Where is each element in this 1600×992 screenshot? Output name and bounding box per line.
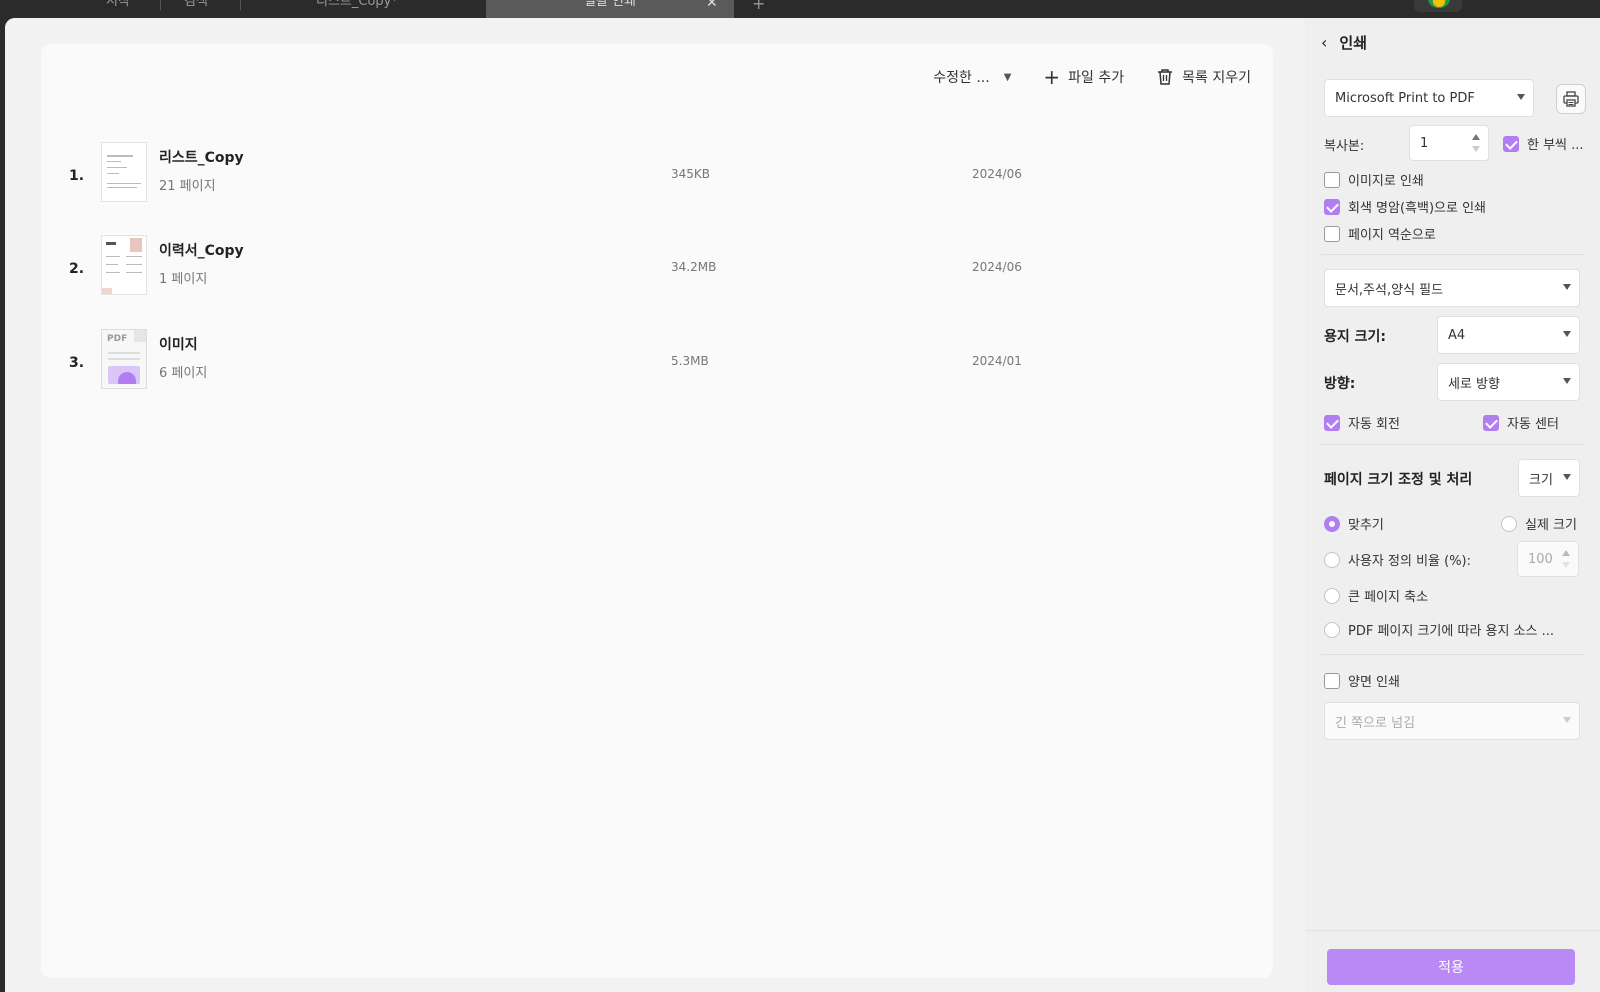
stepper-up-icon[interactable] xyxy=(1472,134,1480,140)
collate-checkbox[interactable]: 한 부씩 ... xyxy=(1503,134,1584,153)
main-area: 수정한 ... ▼ + 파일 추가 목록 지우기 1. 리스트_Copy 21 … xyxy=(5,18,1305,992)
file-name: 이력서_Copy xyxy=(159,243,244,259)
divider xyxy=(1321,444,1585,445)
panel-footer: 적용 xyxy=(1305,930,1600,992)
actual-size-radio[interactable]: 실제 크기 xyxy=(1501,514,1577,533)
tab-batch-print[interactable]: 일괄 인쇄 xyxy=(486,0,734,18)
custom-scale-radio[interactable]: 사용자 정의 비율 (%): xyxy=(1324,550,1471,569)
paper-size-label: 용지 크기: xyxy=(1324,329,1386,345)
apply-button[interactable]: 적용 xyxy=(1327,949,1575,985)
caret-down-icon xyxy=(1563,717,1571,723)
copies-stepper[interactable]: 1 xyxy=(1409,125,1489,161)
sort-label: 수정한 ... xyxy=(933,70,990,86)
tab-search[interactable]: 검색 xyxy=(184,0,224,18)
panel-title: 인쇄 xyxy=(1339,34,1368,52)
new-tab-icon[interactable]: + xyxy=(752,0,765,13)
copies-label: 복사본: xyxy=(1324,139,1365,154)
file-date: 2024/01 xyxy=(972,354,1022,368)
orientation-select[interactable]: 세로 방향 xyxy=(1437,363,1580,401)
file-page-count: 6 페이지 xyxy=(159,366,208,381)
tab-bar: 시작 검색 리스트_Copy* 일괄 인쇄 ✕ + xyxy=(0,0,1600,18)
caret-down-icon xyxy=(1563,284,1571,290)
printer-properties-button[interactable] xyxy=(1556,84,1586,114)
file-name: 이미지 xyxy=(159,337,198,353)
file-date: 2024/06 xyxy=(972,167,1022,181)
row-number: 1. xyxy=(69,168,85,184)
file-date: 2024/06 xyxy=(972,260,1022,274)
file-thumbnail xyxy=(101,235,147,295)
shrink-radio[interactable]: 큰 페이지 축소 xyxy=(1324,586,1428,605)
tab-separator xyxy=(240,0,241,10)
sort-dropdown[interactable]: 수정한 ... ▼ xyxy=(933,67,1011,87)
file-row[interactable]: 1. 리스트_Copy 21 페이지 345KB 2024/06 xyxy=(69,142,1049,212)
caret-down-icon xyxy=(1563,331,1571,337)
caret-down-icon xyxy=(1517,94,1525,100)
scaling-mode-select[interactable]: 크기 xyxy=(1518,459,1580,497)
print-as-image-checkbox[interactable]: 이미지로 인쇄 xyxy=(1324,170,1424,189)
file-thumbnail xyxy=(101,142,147,202)
tab-home[interactable]: 시작 xyxy=(106,0,146,18)
close-tab-icon[interactable]: ✕ xyxy=(706,0,718,11)
panel-header: ‹ 인쇄 xyxy=(1321,32,1367,53)
printer-icon xyxy=(1563,91,1579,107)
add-file-button[interactable]: + 파일 추가 xyxy=(1043,67,1124,87)
paper-size-select[interactable]: A4 xyxy=(1437,316,1580,354)
file-list-card: 수정한 ... ▼ + 파일 추가 목록 지우기 1. 리스트_Copy 21 … xyxy=(41,44,1273,978)
print-content-select[interactable]: 문서,주석,양식 필드 xyxy=(1324,269,1580,307)
divider xyxy=(1321,654,1585,655)
pdf-file-icon: PDF xyxy=(101,329,147,389)
grayscale-checkbox[interactable]: 회색 명암(흑백)으로 인쇄 xyxy=(1324,197,1486,216)
duplex-checkbox[interactable]: 양면 인쇄 xyxy=(1324,671,1400,690)
orientation-label: 방향: xyxy=(1324,376,1356,392)
clear-list-label: 목록 지우기 xyxy=(1182,70,1251,86)
auto-center-checkbox[interactable]: 자동 센터 xyxy=(1483,413,1559,432)
file-page-count: 1 페이지 xyxy=(159,272,208,287)
row-number: 3. xyxy=(69,355,85,371)
file-size: 5.3MB xyxy=(671,354,709,368)
file-size: 345KB xyxy=(671,167,711,181)
stepper-down-icon[interactable] xyxy=(1562,562,1570,568)
stepper-down-icon[interactable] xyxy=(1472,146,1480,152)
add-file-label: 파일 추가 xyxy=(1068,70,1125,86)
trash-icon xyxy=(1158,69,1173,85)
caret-down-icon xyxy=(1563,378,1571,384)
file-row[interactable]: 2. 이력서_Copy 1 페이지 34.2MB 2024/06 xyxy=(69,235,1049,305)
auto-rotate-checkbox[interactable]: 자동 회전 xyxy=(1324,413,1400,432)
paper-source-radio[interactable]: PDF 페이지 크기에 따라 용지 소스 ... xyxy=(1324,620,1554,639)
tab-separator xyxy=(160,0,161,10)
flip-select[interactable]: 긴 쪽으로 넘김 xyxy=(1324,702,1580,740)
fit-radio[interactable]: 맞추기 xyxy=(1324,514,1384,533)
stepper-up-icon[interactable] xyxy=(1562,550,1570,556)
file-name: 리스트_Copy xyxy=(159,150,244,166)
caret-down-icon xyxy=(1563,474,1571,480)
tab-document[interactable]: 리스트_Copy* xyxy=(316,0,436,18)
printer-select[interactable]: Microsoft Print to PDF xyxy=(1324,79,1534,117)
file-row[interactable]: 3. PDF 이미지 6 페이지 5.3MB 2024/01 xyxy=(69,329,1049,399)
row-number: 2. xyxy=(69,261,85,277)
caret-down-icon: ▼ xyxy=(1003,71,1012,83)
custom-scale-input[interactable]: 100 xyxy=(1517,541,1579,577)
file-size: 34.2MB xyxy=(671,260,717,274)
app-window: 수정한 ... ▼ + 파일 추가 목록 지우기 1. 리스트_Copy 21 … xyxy=(5,18,1600,992)
clear-list-button[interactable]: 목록 지우기 xyxy=(1156,67,1251,87)
list-toolbar: 수정한 ... ▼ + 파일 추가 목록 지우기 xyxy=(901,62,1251,92)
reverse-order-checkbox[interactable]: 페이지 역순으로 xyxy=(1324,224,1436,243)
divider xyxy=(1321,254,1585,255)
chevron-left-icon[interactable]: ‹ xyxy=(1321,33,1327,52)
file-page-count: 21 페이지 xyxy=(159,179,216,194)
plus-icon: + xyxy=(1043,65,1061,89)
scaling-title: 페이지 크기 조정 및 처리 xyxy=(1324,472,1473,488)
print-settings-panel: ‹ 인쇄 Microsoft Print to PDF 복사본: 1 한 부씩 … xyxy=(1305,18,1600,992)
